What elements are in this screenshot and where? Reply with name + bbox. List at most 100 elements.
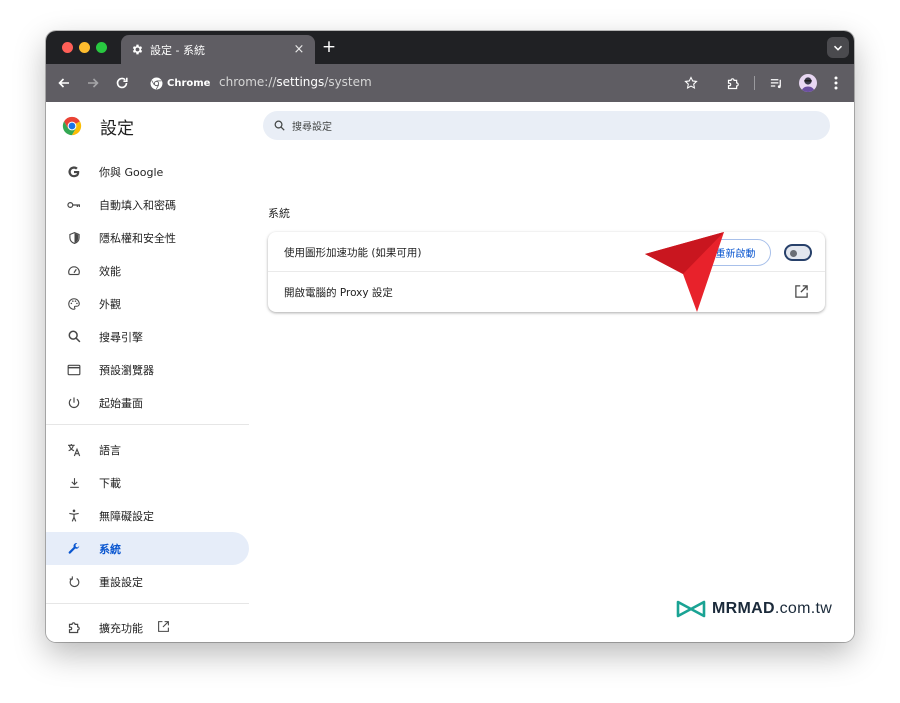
forward-button[interactable] xyxy=(83,73,103,93)
chrome-logo-icon xyxy=(62,116,82,136)
kebab-menu-icon xyxy=(834,76,838,90)
tab-search-button[interactable] xyxy=(827,37,849,58)
browser-window-icon xyxy=(66,362,82,378)
sidebar-divider xyxy=(46,424,249,425)
power-icon xyxy=(66,395,82,411)
system-settings-card: 使用圖形加速功能 (如果可用) 重新啟動 開啟電腦的 Proxy 設定 xyxy=(268,232,825,312)
site-chip-label: Chrome xyxy=(167,77,211,89)
sidebar-item-label: 擴充功能 xyxy=(99,621,143,635)
watermark: MRMAD.com.tw xyxy=(676,600,832,618)
tab-title: 設定 - 系統 xyxy=(150,43,205,57)
wrench-icon xyxy=(66,541,82,557)
sidebar-item-label: 隱私權和安全性 xyxy=(99,231,176,245)
hardware-acceleration-row: 使用圖形加速功能 (如果可用) 重新啟動 xyxy=(268,232,825,272)
search-placeholder: 搜尋設定 xyxy=(292,122,332,133)
tab-settings[interactable]: 設定 - 系統 × xyxy=(121,35,315,64)
menu-button[interactable] xyxy=(826,73,846,93)
palette-icon xyxy=(66,296,82,312)
speedometer-icon xyxy=(66,263,82,279)
gear-icon xyxy=(130,43,144,57)
search-icon xyxy=(66,329,82,345)
url-path: /system xyxy=(324,75,372,89)
browser-window: 設定 - 系統 × + Chrome chrome://settings/sys… xyxy=(46,31,854,642)
sidebar-item-on-startup[interactable]: 起始畫面 xyxy=(46,386,249,419)
sidebar-item-label: 無障礙設定 xyxy=(99,509,154,523)
toolbar: Chrome chrome://settings/system xyxy=(46,64,854,102)
sidebar-item-you-and-google[interactable]: 你與 Google xyxy=(46,155,249,188)
close-window-button[interactable] xyxy=(62,42,73,53)
external-link-icon[interactable] xyxy=(794,284,810,300)
tab-close-button[interactable]: × xyxy=(289,42,309,57)
avatar-icon xyxy=(801,77,815,92)
hardware-acceleration-label: 使用圖形加速功能 (如果可用) xyxy=(284,247,422,259)
sidebar-item-system[interactable]: 系統 xyxy=(46,532,249,565)
search-icon xyxy=(274,120,285,131)
chevron-down-icon xyxy=(833,45,843,51)
url-host: settings xyxy=(276,75,325,89)
sidebar-item-performance[interactable]: 效能 xyxy=(46,254,249,287)
sidebar-item-reset[interactable]: 重設設定 xyxy=(46,565,249,598)
reload-icon xyxy=(116,77,128,89)
sidebar-item-extensions[interactable]: 擴充功能 xyxy=(46,611,249,642)
sidebar-item-appearance[interactable]: 外觀 xyxy=(46,287,249,320)
watermark-brand: MRMAD xyxy=(712,600,775,617)
accessibility-icon xyxy=(66,508,82,524)
key-icon xyxy=(66,197,82,213)
minimize-window-button[interactable] xyxy=(79,42,90,53)
sidebar-item-languages[interactable]: 語言 xyxy=(46,433,249,466)
external-link-icon xyxy=(157,618,170,637)
puzzle-icon xyxy=(727,77,739,89)
sidebar-item-label: 效能 xyxy=(99,264,121,278)
back-button[interactable] xyxy=(54,73,74,93)
sidebar-item-label: 起始畫面 xyxy=(99,396,143,410)
reload-button[interactable] xyxy=(112,73,132,93)
sidebar-item-label: 系統 xyxy=(99,542,121,556)
extensions-button[interactable] xyxy=(723,73,743,93)
bookmark-button[interactable] xyxy=(681,73,701,93)
download-icon xyxy=(66,475,82,491)
sidebar-item-label: 重設設定 xyxy=(99,575,143,589)
new-tab-button[interactable]: + xyxy=(319,37,339,57)
proxy-settings-row[interactable]: 開啟電腦的 Proxy 設定 xyxy=(268,272,825,312)
toolbar-divider xyxy=(754,76,755,90)
sidebar-item-autofill[interactable]: 自動填入和密碼 xyxy=(46,188,249,221)
sidebar-item-label: 語言 xyxy=(99,443,121,457)
star-icon xyxy=(684,76,698,89)
sidebar-item-label: 你與 Google xyxy=(99,165,164,179)
address-bar[interactable]: chrome://settings/system xyxy=(219,75,372,89)
sidebar-item-privacy[interactable]: 隱私權和安全性 xyxy=(46,221,249,254)
puzzle-icon xyxy=(66,620,82,636)
site-chip[interactable]: Chrome xyxy=(150,74,210,92)
url-scheme: chrome:// xyxy=(219,75,277,89)
sidebar-item-label: 搜尋引擎 xyxy=(99,330,143,344)
sidebar-item-downloads[interactable]: 下載 xyxy=(46,466,249,499)
settings-header: 設定 xyxy=(62,116,134,139)
settings-page: 設定 搜尋設定 你與 Google 自動填入和密碼 隱私權和安全性 效能 外觀 … xyxy=(46,102,854,642)
watermark-text: MRMAD.com.tw xyxy=(712,600,832,618)
sidebar-item-label: 預設瀏覽器 xyxy=(99,363,154,377)
proxy-settings-label: 開啟電腦的 Proxy 設定 xyxy=(284,287,393,299)
sidebar-item-accessibility[interactable]: 無障礙設定 xyxy=(46,499,249,532)
search-input[interactable]: 搜尋設定 xyxy=(263,111,830,140)
toggle-knob xyxy=(790,249,797,257)
hardware-acceleration-toggle[interactable] xyxy=(784,244,812,261)
section-title: 系統 xyxy=(268,207,290,220)
translate-icon xyxy=(66,442,82,458)
sidebar-item-search-engine[interactable]: 搜尋引擎 xyxy=(46,320,249,353)
google-g-icon xyxy=(66,164,82,180)
tab-strip: 設定 - 系統 × + xyxy=(46,31,854,64)
page-title: 設定 xyxy=(100,118,134,139)
zoom-window-button[interactable] xyxy=(96,42,107,53)
relaunch-button[interactable]: 重新啟動 xyxy=(700,239,771,266)
profile-avatar[interactable] xyxy=(799,74,817,92)
mrmad-logo-icon xyxy=(676,600,706,618)
sidebar-divider xyxy=(46,603,249,604)
sidebar-item-default-browser[interactable]: 預設瀏覽器 xyxy=(46,353,249,386)
media-controls-button[interactable] xyxy=(766,73,786,93)
forward-arrow-icon xyxy=(88,78,99,88)
sidebar-item-label: 下載 xyxy=(99,476,121,490)
reset-icon xyxy=(66,574,82,590)
sidebar-item-label: 自動填入和密碼 xyxy=(99,198,176,212)
watermark-domain: .com.tw xyxy=(774,600,833,617)
playlist-icon xyxy=(770,78,781,88)
